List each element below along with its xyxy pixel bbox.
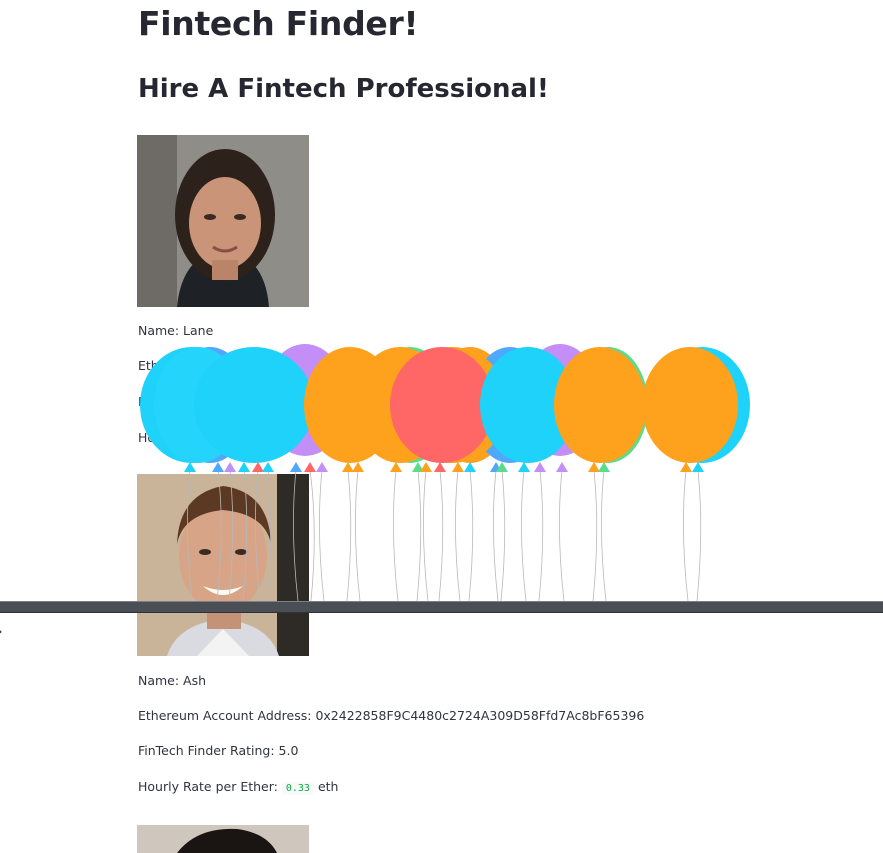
profile-photo-lane (137, 135, 309, 307)
toolbar-divider[interactable] (0, 601, 883, 613)
profile-photo-next (137, 825, 309, 853)
professional-name: Name: Lane (138, 323, 214, 338)
professional-address: Ethereum Account Address: 0x2422858F9C44… (138, 708, 645, 723)
professional-address: Ethereum Account Address: (138, 358, 312, 373)
professional-rate: Hourly Rate per Ether: 0.33 eth (138, 779, 339, 795)
professional-rate: Hourly Rate per Ether: (138, 430, 278, 445)
balloons-animation (140, 344, 750, 602)
rate-unit: eth (317, 779, 339, 794)
professional-rating: FinTech Finder Rating: (138, 394, 275, 409)
rate-label: Hourly Rate per Ether: (138, 779, 278, 794)
chevron-right-icon[interactable]: › (0, 624, 3, 640)
page-subtitle: Hire A Fintech Professional! (138, 74, 549, 104)
profile-photo-ash (137, 474, 309, 656)
rate-value: 0.33 (281, 782, 314, 795)
professional-rating: FinTech Finder Rating: 5.0 (138, 743, 299, 758)
page-title: Fintech Finder! (138, 4, 419, 43)
professional-name: Name: Ash (138, 673, 207, 688)
